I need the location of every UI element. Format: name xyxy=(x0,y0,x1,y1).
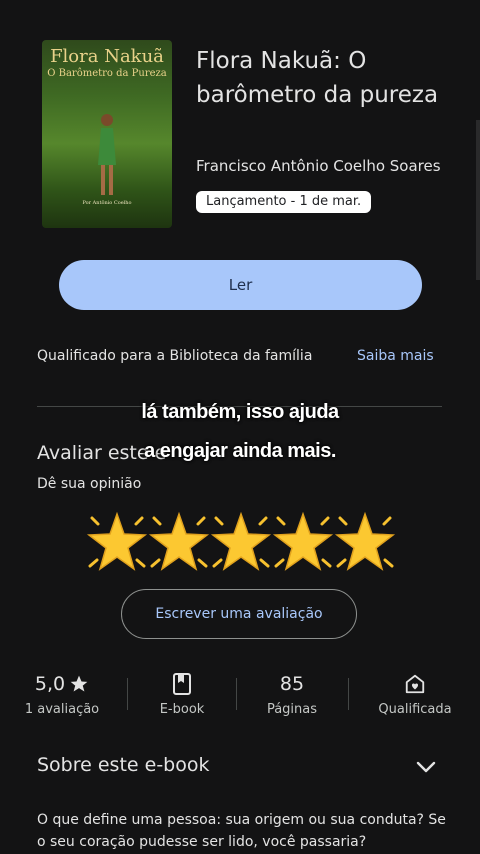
about-heading[interactable]: Sobre este e-book xyxy=(37,754,210,776)
rating-value: 5,0 xyxy=(34,673,66,695)
star-icon[interactable] xyxy=(148,510,210,576)
cover-title: Flora Nakuã xyxy=(50,46,164,67)
star-icon[interactable] xyxy=(334,510,396,576)
pages-value: 85 xyxy=(279,673,305,695)
rate-subheading: Dê sua opinião xyxy=(37,476,142,492)
star-rating-input[interactable] xyxy=(86,510,396,580)
family-home-icon xyxy=(405,674,425,694)
family-library-text: Qualificado para a Biblioteca da família xyxy=(37,348,313,364)
rating-count-label: 1 avaliação xyxy=(24,702,100,717)
stat-pages: 85 Páginas xyxy=(252,670,332,717)
stat-divider xyxy=(236,678,237,710)
pages-label: Páginas xyxy=(266,702,318,717)
book-cover[interactable]: Flora Nakuã O Barômetro da Pureza Por An… xyxy=(42,40,172,228)
cover-illustration xyxy=(98,114,116,195)
stat-rating[interactable]: 5,0 1 avaliação xyxy=(22,670,102,717)
star-icon[interactable] xyxy=(210,510,272,576)
cover-author: Por Antônio Coelho xyxy=(82,200,132,206)
read-button[interactable]: Ler xyxy=(59,260,422,310)
book-description: O que define uma pessoa: sua origem ou s… xyxy=(37,812,446,850)
star-icon xyxy=(70,675,88,692)
book-icon xyxy=(173,673,191,695)
cover-subtitle: O Barômetro da Pureza xyxy=(47,68,167,79)
book-author-link[interactable]: Francisco Antônio Coelho Soares xyxy=(196,157,441,175)
qualified-label: Qualificada xyxy=(378,702,452,717)
video-caption-line-2: a engajar ainda mais. xyxy=(144,440,336,462)
stat-format: E-book xyxy=(142,670,222,717)
write-review-button[interactable]: Escrever uma avaliação xyxy=(121,589,357,639)
star-icon[interactable] xyxy=(272,510,334,576)
star-icon[interactable] xyxy=(86,510,148,576)
learn-more-link[interactable]: Saiba mais xyxy=(357,348,434,364)
chevron-down-icon[interactable] xyxy=(414,755,438,779)
format-label: E-book xyxy=(159,702,205,717)
release-badge: Lançamento - 1 de mar. xyxy=(196,191,372,213)
video-caption-line-1: lá também, isso ajuda xyxy=(141,401,339,423)
scrollbar[interactable] xyxy=(476,120,480,280)
stat-family-qualified[interactable]: Qualificada xyxy=(372,670,458,717)
book-title: Flora Nakuã: O barômetro da pureza xyxy=(196,48,439,108)
stat-divider xyxy=(348,678,349,710)
stat-divider xyxy=(127,678,128,710)
